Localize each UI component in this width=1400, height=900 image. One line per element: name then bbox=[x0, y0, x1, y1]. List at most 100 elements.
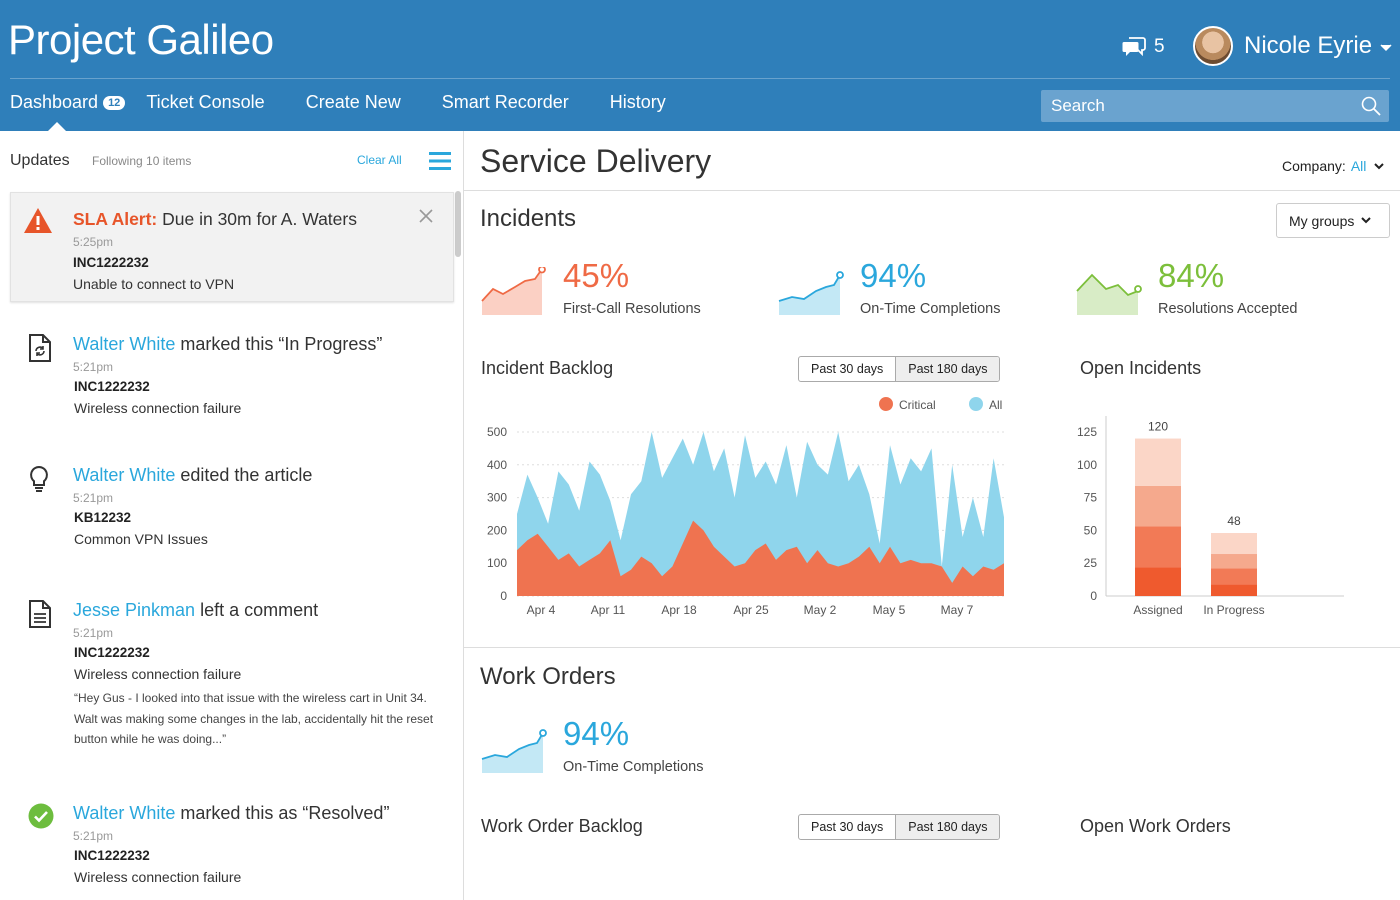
title-divider bbox=[464, 190, 1400, 191]
sparkline-chart bbox=[481, 267, 546, 315]
y-tick-label: 500 bbox=[487, 425, 507, 439]
update-description: Wireless connection failure bbox=[74, 666, 242, 682]
following-count: Following 10 items bbox=[92, 154, 192, 168]
update-author[interactable]: Jesse Pinkman bbox=[73, 600, 195, 620]
x-tick-label: May 5 bbox=[873, 603, 906, 617]
y-tick-label: 0 bbox=[1090, 589, 1097, 603]
y-tick-label: 50 bbox=[1084, 523, 1098, 537]
x-tick-label: In Progress bbox=[1203, 603, 1264, 617]
avatar bbox=[1193, 26, 1233, 66]
x-tick-label: May 2 bbox=[804, 603, 837, 617]
y-tick-label: 25 bbox=[1084, 556, 1098, 570]
header-divider bbox=[10, 78, 1390, 79]
page-title: Service Delivery bbox=[480, 143, 712, 179]
y-tick-label: 300 bbox=[487, 491, 507, 505]
close-icon[interactable] bbox=[419, 209, 433, 228]
x-tick-label: Apr 4 bbox=[527, 603, 556, 617]
open-work-orders-title: Open Work Orders bbox=[1080, 816, 1231, 836]
bar-segment-medium bbox=[1135, 485, 1181, 527]
my-groups-label: My groups bbox=[1289, 212, 1355, 229]
update-action: marked this “In Progress” bbox=[175, 334, 383, 354]
update-action: edited the article bbox=[175, 465, 313, 485]
bar-segment-high bbox=[1135, 526, 1181, 568]
kpi-value: 45% bbox=[563, 257, 630, 294]
update-time: 5:21pm bbox=[73, 829, 114, 843]
chat-notifications[interactable]: 5 bbox=[1122, 36, 1165, 58]
update-ticket-id[interactable]: INC1222232 bbox=[74, 848, 150, 863]
kpi-value: 94% bbox=[860, 257, 927, 294]
user-menu[interactable]: Nicole Eyrie bbox=[1193, 26, 1392, 66]
chevron-down-icon bbox=[1361, 217, 1372, 224]
open-incidents-chart: 0 25 50 75 100 125 120 Assigned 48 In Progress bbox=[1077, 416, 1344, 617]
y-tick-label: 400 bbox=[487, 458, 507, 472]
clear-all-link[interactable]: Clear All bbox=[357, 153, 402, 167]
kpi-label: First-Call Resolutions bbox=[563, 301, 701, 317]
update-article-id[interactable]: KB12232 bbox=[74, 510, 131, 525]
legend-label-all: All bbox=[989, 398, 1002, 412]
nav-history[interactable]: History bbox=[610, 92, 666, 113]
backlog-range-toggle: Past 30 days Past 180 days bbox=[798, 356, 1001, 382]
y-tick-label: 100 bbox=[487, 556, 507, 570]
range-past-30-days[interactable]: Past 30 days bbox=[799, 357, 895, 381]
nav-create-new[interactable]: Create New bbox=[306, 92, 401, 113]
kpi-label: On-Time Completions bbox=[860, 301, 1001, 317]
nav-smart-recorder[interactable]: Smart Recorder bbox=[442, 92, 569, 113]
y-tick-label: 125 bbox=[1077, 425, 1097, 439]
search-icon[interactable] bbox=[1361, 96, 1381, 121]
company-value: All bbox=[1350, 158, 1367, 174]
open-incidents-title: Open Incidents bbox=[1080, 358, 1202, 378]
hamburger-menu-icon[interactable] bbox=[429, 151, 451, 176]
legend-swatch-all bbox=[969, 397, 983, 411]
range-past-180-days[interactable]: Past 180 days bbox=[895, 357, 1000, 381]
comment-quote: “Hey Gus - I looked into that issue with… bbox=[74, 691, 434, 746]
work-order-backlog-title: Work Order Backlog bbox=[481, 816, 643, 836]
my-groups-dropdown[interactable]: My groups bbox=[1276, 203, 1390, 238]
bar-segment-critical bbox=[1211, 584, 1257, 596]
legend-swatch-critical bbox=[879, 397, 893, 411]
warning-icon bbox=[23, 207, 53, 239]
main-content: Service Delivery Company: All Incidents … bbox=[464, 131, 1400, 900]
range-past-180-days[interactable]: Past 180 days bbox=[895, 815, 1000, 839]
bar-total-label: 48 bbox=[1227, 514, 1241, 528]
kpi-value: 84% bbox=[1158, 257, 1225, 294]
nav-dashboard-label: Dashboard bbox=[10, 92, 99, 112]
nav-dashboard[interactable]: Dashboard 12 bbox=[10, 92, 126, 131]
nav-ticket-console[interactable]: Ticket Console bbox=[146, 92, 264, 113]
x-tick-label: Apr 11 bbox=[591, 603, 626, 617]
updates-sidebar: Updates Following 10 items Clear All SLA… bbox=[0, 131, 464, 900]
bar-segment-critical bbox=[1135, 567, 1181, 596]
lightbulb-icon bbox=[28, 465, 50, 498]
bar-segment-medium bbox=[1211, 554, 1257, 569]
update-time: 5:21pm bbox=[73, 491, 114, 505]
work-orders-title: Work Orders bbox=[480, 663, 616, 690]
update-ticket-id[interactable]: INC1222232 bbox=[74, 645, 150, 660]
update-action: marked this as “Resolved” bbox=[175, 803, 390, 823]
update-author[interactable]: Walter White bbox=[73, 334, 175, 354]
range-past-30-days[interactable]: Past 30 days bbox=[799, 815, 895, 839]
bar-segment-high bbox=[1211, 568, 1257, 585]
sla-alert-card[interactable]: SLA Alert: Due in 30m for A. Waters 5:25… bbox=[10, 192, 454, 302]
kpi-value: 94% bbox=[563, 715, 630, 752]
kpi-label: Resolutions Accepted bbox=[1158, 301, 1298, 317]
update-ticket-id[interactable]: INC1222232 bbox=[74, 379, 150, 394]
open-work-orders-chart bbox=[1064, 871, 1400, 900]
x-tick-label: Apr 18 bbox=[661, 603, 697, 617]
update-author[interactable]: Walter White bbox=[73, 465, 175, 485]
app-header: Project Galileo 5 Nicole Eyrie Dashboard… bbox=[0, 0, 1400, 131]
alert-prefix: SLA Alert: bbox=[73, 209, 158, 229]
alert-description: Unable to connect to VPN bbox=[73, 276, 235, 292]
sidebar-scrollbar[interactable] bbox=[455, 191, 461, 257]
main-nav: Dashboard 12 Ticket Console Create New S… bbox=[10, 92, 707, 131]
bar-segment-low bbox=[1211, 533, 1257, 555]
sparkline-chart bbox=[778, 271, 844, 315]
alert-ticket-id[interactable]: INC1222232 bbox=[73, 255, 149, 270]
user-name: Nicole Eyrie bbox=[1244, 32, 1373, 59]
update-description: Wireless connection failure bbox=[74, 400, 242, 416]
company-filter[interactable]: Company: All bbox=[1282, 158, 1385, 174]
x-tick-label: Apr 25 bbox=[733, 603, 769, 617]
sparkline-chart bbox=[481, 729, 547, 773]
update-author[interactable]: Walter White bbox=[73, 803, 175, 823]
search-input[interactable] bbox=[1041, 90, 1389, 122]
y-tick-label: 200 bbox=[487, 523, 507, 537]
update-headline: Walter White edited the article bbox=[73, 465, 312, 486]
